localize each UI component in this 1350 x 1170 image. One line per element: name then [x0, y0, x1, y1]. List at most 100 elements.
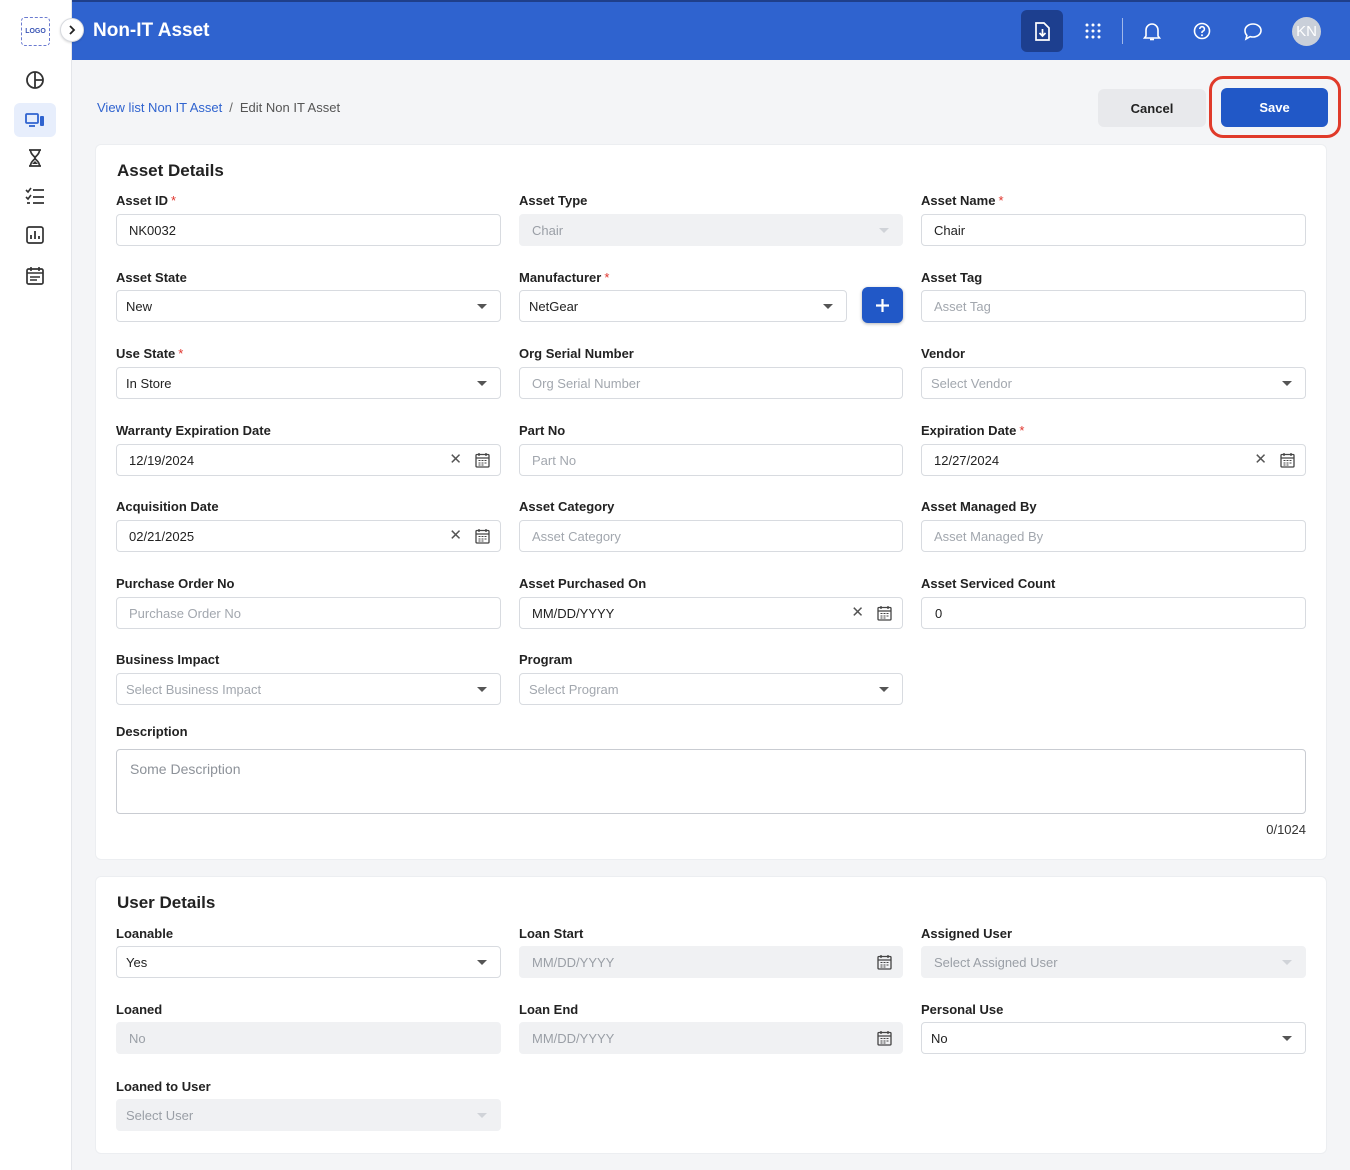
- loan-start-label: Loan Start: [519, 926, 584, 941]
- warranty-exp-date-input[interactable]: 12/19/2024 ✕: [116, 444, 501, 476]
- clear-icon[interactable]: ✕: [851, 605, 864, 620]
- breadcrumb-separator: /: [229, 100, 233, 115]
- asset-details-title: Asset Details: [117, 161, 224, 180]
- nav-dashboard[interactable]: [14, 63, 56, 97]
- calendar-icon[interactable]: [1280, 452, 1295, 468]
- part-no-input[interactable]: Part No: [519, 444, 903, 476]
- loan-end-date-input: MM/DD/YYYY: [519, 1022, 903, 1054]
- dashboard-pie-icon: [26, 71, 44, 89]
- business-impact-select[interactable]: Select Business Impact: [116, 673, 501, 705]
- report-chart-icon: [26, 226, 44, 244]
- description-char-count: 0/1024: [1266, 822, 1306, 837]
- calendar-icon: [877, 955, 892, 970]
- loaned-to-user-label: Loaned to User: [116, 1079, 211, 1094]
- purchased-on-date-input[interactable]: MM/DD/YYYY ✕: [519, 597, 903, 629]
- sidebar: LOGO: [0, 0, 72, 1170]
- apps-grid-icon: [1085, 23, 1101, 39]
- warranty-exp-label: Warranty Expiration Date: [116, 423, 271, 438]
- add-manufacturer-button[interactable]: [862, 287, 903, 323]
- notifications-button[interactable]: [1131, 10, 1173, 52]
- clear-icon[interactable]: ✕: [449, 452, 462, 467]
- assigned-user-select: Select Assigned User: [921, 946, 1306, 978]
- logo-text: LOGO: [25, 28, 46, 35]
- loaned-input: No: [116, 1022, 501, 1054]
- asset-type-select: Chair: [519, 214, 903, 246]
- nav-reports[interactable]: [14, 218, 56, 252]
- asset-category-input[interactable]: Asset Category: [519, 520, 903, 552]
- nav-calendar[interactable]: [14, 258, 56, 292]
- serviced-count-input[interactable]: 0: [921, 597, 1306, 629]
- asset-tag-input[interactable]: Asset Tag: [921, 290, 1306, 322]
- cancel-button[interactable]: Cancel: [1098, 89, 1206, 127]
- chevron-down-icon: [477, 687, 487, 692]
- program-label: Program: [519, 652, 573, 667]
- download-button[interactable]: [1021, 10, 1063, 52]
- expiration-date-input[interactable]: 12/27/2024 ✕: [921, 444, 1306, 476]
- sidebar-toggle-button[interactable]: [60, 18, 84, 42]
- asset-state-label: Asset State: [116, 270, 187, 285]
- purchase-order-label: Purchase Order No: [116, 576, 235, 591]
- chat-icon: [1244, 22, 1262, 41]
- clear-icon[interactable]: ✕: [449, 528, 462, 543]
- chevron-down-icon: [477, 304, 487, 309]
- nav-assets[interactable]: [14, 103, 56, 137]
- calendar-icon: [877, 1031, 892, 1046]
- calendar-icon: [26, 266, 44, 285]
- loanable-label: Loanable: [116, 926, 174, 941]
- page-title: Non-IT Asset: [93, 20, 210, 41]
- asset-managed-by-label: Asset Managed By: [921, 499, 1037, 514]
- asset-id-input[interactable]: NK0032: [116, 214, 501, 246]
- user-avatar[interactable]: KN: [1292, 17, 1321, 46]
- program-select[interactable]: Select Program: [519, 673, 903, 705]
- use-state-label: Use State *: [116, 346, 184, 361]
- devices-icon: [25, 113, 44, 127]
- expiration-date-label: Expiration Date *: [921, 423, 1025, 438]
- part-no-label: Part No: [519, 423, 566, 438]
- personal-use-label: Personal Use: [921, 1002, 1004, 1017]
- asset-managed-by-input[interactable]: Asset Managed By: [921, 520, 1306, 552]
- acquisition-date-label: Acquisition Date: [116, 499, 219, 514]
- chat-button[interactable]: [1232, 10, 1274, 52]
- loaned-label: Loaned: [116, 1002, 163, 1017]
- calendar-icon[interactable]: [877, 605, 892, 621]
- asset-name-input[interactable]: Chair: [921, 214, 1306, 246]
- apps-button[interactable]: [1072, 10, 1114, 52]
- nav-tasks[interactable]: [14, 179, 56, 213]
- clear-icon[interactable]: ✕: [1254, 452, 1267, 467]
- business-impact-label: Business Impact: [116, 652, 220, 667]
- bell-icon: [1143, 22, 1161, 40]
- chevron-down-icon: [477, 960, 487, 965]
- calendar-icon[interactable]: [475, 528, 490, 544]
- acquisition-date-input[interactable]: 02/21/2025 ✕: [116, 520, 501, 552]
- save-button[interactable]: Save: [1221, 88, 1328, 127]
- top-bar: Non-IT Asset KN: [72, 0, 1350, 60]
- hourglass-icon: [29, 149, 41, 167]
- loanable-select[interactable]: Yes: [116, 946, 501, 978]
- chevron-down-icon: [1282, 960, 1292, 965]
- asset-tag-label: Asset Tag: [921, 270, 983, 285]
- checklist-icon: [25, 187, 44, 204]
- purchased-on-label: Asset Purchased On: [519, 576, 647, 591]
- chevron-down-icon: [1282, 1036, 1292, 1041]
- vendor-label: Vendor: [921, 346, 966, 361]
- description-label: Description: [116, 724, 188, 739]
- asset-state-select[interactable]: New: [116, 290, 501, 322]
- breadcrumb-parent-link[interactable]: View list Non IT Asset: [97, 100, 222, 115]
- purchase-order-input[interactable]: Purchase Order No: [116, 597, 501, 629]
- use-state-select[interactable]: In Store: [116, 367, 501, 399]
- calendar-icon[interactable]: [475, 452, 490, 468]
- chevron-down-icon: [477, 1113, 487, 1118]
- help-button[interactable]: [1181, 10, 1223, 52]
- app-logo[interactable]: LOGO: [21, 17, 50, 46]
- org-serial-input[interactable]: Org Serial Number: [519, 367, 903, 399]
- chevron-down-icon: [879, 687, 889, 692]
- breadcrumb: View list Non IT Asset / Edit Non IT Asset: [97, 100, 340, 115]
- download-file-icon: [1035, 21, 1050, 41]
- breadcrumb-current: Edit Non IT Asset: [239, 100, 341, 115]
- personal-use-select[interactable]: No: [921, 1022, 1306, 1054]
- description-textarea[interactable]: Some Description: [116, 749, 1306, 814]
- asset-name-label: Asset Name *: [921, 193, 1004, 208]
- nav-pending[interactable]: [14, 141, 56, 175]
- manufacturer-select[interactable]: NetGear: [519, 290, 847, 322]
- vendor-select[interactable]: Select Vendor: [921, 367, 1306, 399]
